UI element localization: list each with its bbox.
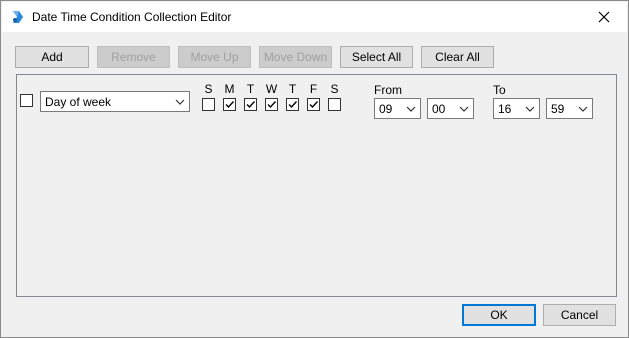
day-checkbox-tuesday[interactable] (244, 98, 257, 111)
to-label: To (493, 83, 506, 97)
clear-all-button[interactable]: Clear All (421, 46, 494, 68)
from-minute-value: 00 (432, 101, 446, 116)
cancel-button[interactable]: Cancel (543, 304, 616, 326)
day-checkbox-thursday[interactable] (286, 98, 299, 111)
window-title: Date Time Condition Collection Editor (32, 10, 232, 24)
to-hour-dropdown[interactable]: 16 (493, 98, 540, 119)
app-icon (13, 11, 23, 23)
close-icon (598, 11, 610, 23)
move-down-button[interactable]: Move Down (259, 46, 332, 68)
condition-select-checkbox[interactable] (20, 94, 33, 107)
select-all-button[interactable]: Select All (340, 46, 413, 68)
checkmark-icon (225, 101, 235, 109)
to-hour-value: 16 (498, 101, 512, 116)
conditions-panel: Day of week S M T W T F S From 09 00 To … (16, 74, 617, 297)
to-minute-dropdown[interactable]: 59 (546, 98, 593, 119)
day-label-tuesday: T (246, 82, 255, 96)
to-minute-value: 59 (551, 101, 565, 116)
move-up-button-label: Move Up (190, 50, 239, 64)
day-checkbox-saturday[interactable] (328, 98, 341, 111)
from-label: From (374, 83, 402, 97)
day-label-saturday: S (330, 82, 339, 96)
ok-button[interactable]: OK (462, 304, 536, 326)
day-checkbox-friday[interactable] (307, 98, 320, 111)
day-checkbox-monday[interactable] (223, 98, 236, 111)
day-label-wednesday: W (265, 82, 278, 96)
remove-button-label: Remove (111, 50, 156, 64)
day-label-thursday: T (288, 82, 297, 96)
title-bar: Date Time Condition Collection Editor (2, 2, 627, 32)
move-down-button-label: Move Down (263, 50, 328, 64)
add-button[interactable]: Add (15, 46, 89, 68)
chevron-down-icon (175, 99, 185, 105)
condition-type-dropdown[interactable]: Day of week (40, 91, 190, 112)
ok-button-label: OK (490, 308, 508, 322)
select-all-button-label: Select All (351, 50, 402, 64)
chevron-down-icon (525, 106, 535, 112)
close-button[interactable] (581, 2, 627, 32)
clear-all-button-label: Clear All (435, 50, 480, 64)
cancel-button-label: Cancel (560, 308, 599, 322)
checkmark-icon (309, 101, 319, 109)
add-button-label: Add (41, 50, 63, 64)
condition-type-value: Day of week (45, 94, 112, 109)
dialog-window: Date Time Condition Collection Editor Ad… (0, 0, 629, 338)
from-minute-dropdown[interactable]: 00 (427, 98, 474, 119)
day-label-monday: M (224, 82, 235, 96)
checkmark-icon (246, 101, 256, 109)
day-checkbox-wednesday[interactable] (265, 98, 278, 111)
chevron-down-icon (578, 106, 588, 112)
chevron-down-icon (406, 106, 416, 112)
checkmark-icon (288, 101, 298, 109)
day-label-friday: F (309, 82, 318, 96)
from-hour-value: 09 (379, 101, 393, 116)
day-checkbox-sunday[interactable] (202, 98, 215, 111)
day-label-sunday: S (204, 82, 213, 96)
checkmark-icon (267, 101, 277, 109)
remove-button[interactable]: Remove (97, 46, 170, 68)
from-hour-dropdown[interactable]: 09 (374, 98, 421, 119)
chevron-down-icon (459, 106, 469, 112)
move-up-button[interactable]: Move Up (178, 46, 251, 68)
